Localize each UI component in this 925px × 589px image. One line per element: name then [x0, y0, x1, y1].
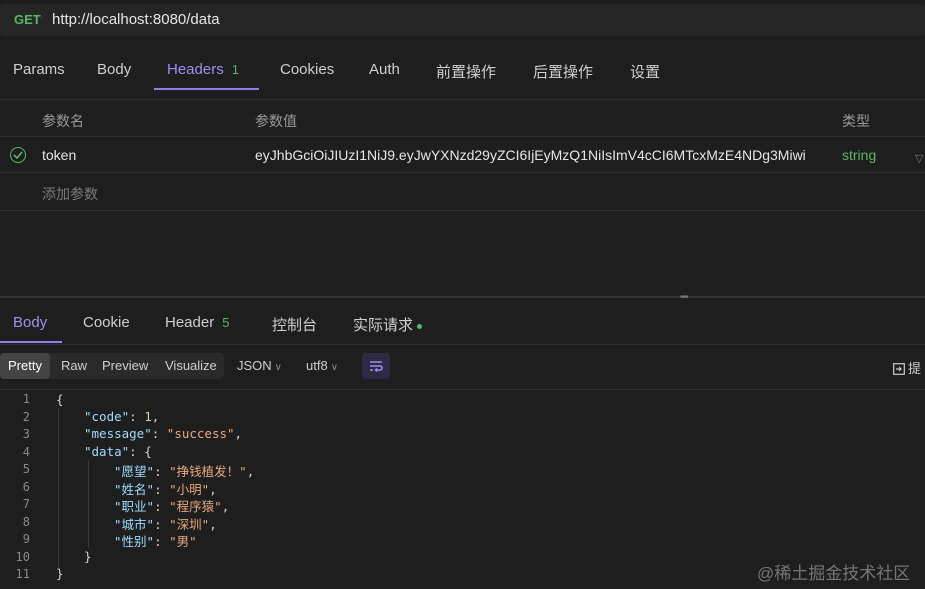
format-select[interactable]: JSON ∨	[237, 358, 282, 373]
tab-headers-label: Headers	[167, 61, 224, 78]
json-value: "挣钱植发！"	[169, 464, 247, 479]
indent-guide	[88, 460, 89, 548]
code-line: }	[84, 549, 92, 564]
code-line: "code": 1,	[84, 409, 160, 424]
http-method[interactable]: GET	[14, 12, 41, 27]
response-tab-actual-request[interactable]: 实际请求	[353, 314, 423, 335]
request-tabs: Params Body Headers 1 Cookies Auth 前置操作 后…	[0, 48, 925, 92]
tab-cookies[interactable]: Cookies	[280, 61, 334, 78]
line-number: 11	[15, 567, 30, 581]
active-tab-indicator	[154, 88, 259, 90]
tab-pre-processors[interactable]: 前置操作	[436, 61, 496, 82]
tab-post-processors[interactable]: 后置操作	[533, 61, 593, 82]
headers-table: 参数名 参数值 类型 token eyJhbGciOiJIUzI1NiJ9.ey…	[0, 99, 925, 211]
json-key: "城市"	[114, 517, 155, 532]
header-name-cell[interactable]: token	[42, 147, 76, 163]
status-dot-icon	[417, 323, 423, 329]
row-divider	[0, 172, 925, 173]
tab-headers[interactable]: Headers 1	[167, 61, 239, 78]
json-value: "程序猿"	[169, 499, 222, 514]
response-tab-cookie[interactable]: Cookie	[83, 314, 130, 331]
line-number: 7	[22, 497, 30, 511]
tab-settings[interactable]: 设置	[630, 61, 660, 82]
response-tab-body[interactable]: Body	[13, 314, 47, 331]
row-divider	[0, 136, 925, 137]
line-number: 2	[22, 410, 30, 424]
chevron-down-icon: ∨	[330, 362, 339, 373]
response-toolbar: Pretty Raw Preview Visualize JSON ∨ utf8 ∨…	[0, 350, 925, 382]
json-key: "data"	[84, 444, 130, 459]
view-mode-preview[interactable]: Preview	[94, 353, 156, 379]
json-key: "message"	[84, 426, 152, 441]
chevron-down-icon[interactable]: ▽	[915, 152, 923, 165]
encoding-select[interactable]: utf8 ∨	[306, 358, 338, 373]
line-number: 3	[22, 427, 30, 441]
json-value: "男"	[169, 534, 197, 549]
tab-params[interactable]: Params	[13, 61, 65, 78]
tab-body[interactable]: Body	[97, 61, 131, 78]
url-bar: GET http://localhost:8080/data	[0, 0, 925, 40]
line-number: 1	[22, 392, 30, 406]
watermark: @稀土掘金技术社区	[757, 564, 911, 583]
line-number: 4	[22, 445, 30, 459]
brace: {	[56, 392, 64, 407]
encoding-value: utf8	[306, 358, 328, 373]
indent-guide	[58, 408, 59, 568]
json-key: "职业"	[114, 499, 155, 514]
response-tab-header-label: Header	[165, 314, 215, 331]
header-value-cell[interactable]: eyJhbGciOiJIUzI1NiJ9.eyJwYXNzd29yZCI6IjE…	[255, 147, 833, 163]
json-key: "code"	[84, 409, 130, 424]
row-enabled-check-icon[interactable]	[10, 147, 26, 163]
extract-icon	[893, 363, 905, 375]
view-mode-pretty[interactable]: Pretty	[0, 353, 50, 379]
header-type-select[interactable]: string	[842, 147, 876, 163]
response-tab-actual-request-label: 实际请求	[353, 317, 414, 334]
add-parameter-input[interactable]: 添加参数	[42, 184, 98, 204]
extract-label: 提	[908, 361, 922, 376]
response-tab-header[interactable]: Header 5	[165, 314, 229, 331]
column-header-type: 类型	[842, 113, 870, 129]
url-input[interactable]: http://localhost:8080/data	[52, 11, 220, 28]
code-line: "data": {	[84, 444, 152, 459]
line-number: 8	[22, 515, 30, 529]
json-value: 1	[144, 409, 152, 424]
extract-button[interactable]: 提	[893, 358, 921, 377]
code-line: "message": "success",	[84, 426, 243, 441]
headers-count-badge: 1	[231, 62, 239, 77]
response-header-count-badge: 5	[222, 315, 230, 330]
response-tab-console[interactable]: 控制台	[272, 314, 317, 335]
brace: }	[84, 549, 92, 564]
json-value: "success"	[166, 426, 235, 441]
line-number: 9	[22, 532, 30, 546]
code-line: "职业": "程序猿",	[114, 499, 230, 514]
json-key: "愿望"	[114, 464, 155, 479]
chevron-down-icon: ∨	[274, 362, 282, 373]
format-value: JSON	[237, 358, 272, 373]
column-header-value: 参数值	[255, 113, 297, 129]
line-number: 10	[15, 550, 30, 564]
code-line: {	[56, 392, 64, 407]
view-mode-visualize[interactable]: Visualize	[157, 353, 225, 379]
tab-auth[interactable]: Auth	[369, 61, 400, 78]
brace: }	[56, 566, 64, 581]
json-key: "性别"	[114, 534, 155, 549]
code-line: }	[56, 566, 64, 581]
wrap-lines-button[interactable]	[362, 353, 390, 379]
view-mode-segmented: Pretty Raw Preview Visualize	[0, 353, 224, 379]
line-number: 6	[22, 480, 30, 494]
panel-splitter[interactable]	[0, 296, 925, 298]
response-tabs: Body Cookie Header 5 控制台 实际请求	[0, 300, 925, 345]
line-number: 5	[22, 462, 30, 476]
column-header-name: 参数名	[42, 113, 84, 129]
json-value: "深圳"	[169, 517, 210, 532]
code-line: "愿望": "挣钱植发！",	[114, 464, 255, 479]
code-line: "性别": "男"	[114, 534, 197, 549]
view-mode-raw[interactable]: Raw	[53, 353, 95, 379]
wrap-lines-icon	[370, 361, 383, 372]
json-value: "小明"	[169, 482, 210, 497]
json-key: "姓名"	[114, 482, 155, 497]
active-response-tab-indicator	[0, 341, 62, 343]
